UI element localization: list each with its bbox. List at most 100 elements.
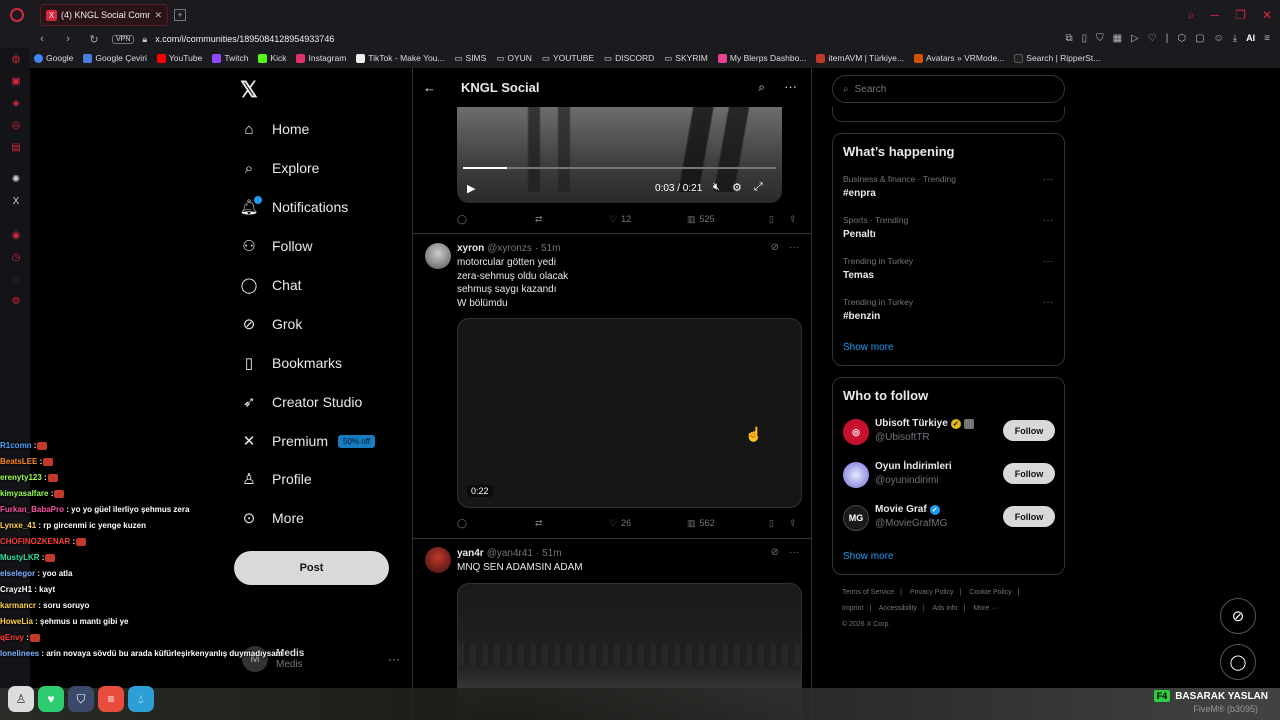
nav-follow[interactable]: ⚇ Follow [240,234,312,258]
nav-home[interactable]: ⌂ Home [240,117,309,141]
trend-item[interactable]: Business & finance · Trending #enpra ··· [843,174,1053,199]
sidebar-pin-icon[interactable]: ◌ [10,274,22,286]
tab-close-icon[interactable]: ✕ [154,10,162,21]
profile-icon[interactable]: ☺ [1214,33,1224,44]
footer-link[interactable]: Accessibility [879,605,917,612]
follow-button[interactable]: Follow [1003,506,1055,527]
chat-username[interactable]: MustyLKR [0,553,40,562]
url-field[interactable]: x.com/i/communities/1895084128954933746 [155,34,334,44]
follow-suggestion[interactable]: Oyun İndirimleri @oyunindirimi Follow [843,459,1055,491]
chat-username[interactable]: R1comn [0,441,32,450]
reload-icon[interactable]: ↻ [86,33,102,46]
opera-logo-icon[interactable] [10,8,24,22]
chat-username[interactable]: kimyasalfare [0,489,48,498]
video-player[interactable]: ▶ 0:03 / 0:21 🔇︎ ⚙ ⤢ [457,107,782,203]
bookmark-icon[interactable]: ▯ [1082,33,1088,44]
more-dots-icon[interactable]: ··· [1043,215,1053,226]
tweet-author-name[interactable]: xyron [457,243,484,254]
nav-notifications[interactable]: 🔔︎ Notifications [239,195,348,219]
bookmark-ripperstore[interactable]: Search | RipperSt... [1014,53,1100,63]
sidebar-game-icon[interactable]: ◍ [10,54,22,66]
chat-username[interactable]: Furkan_BabaPro [0,505,64,514]
menu-icon[interactable]: ≡ [1264,33,1270,44]
heart-icon[interactable]: ♡ [1148,33,1157,44]
nav-chat[interactable]: ◯ Chat [240,273,302,297]
chat-username[interactable]: Lynxe_41 [0,521,36,530]
tweet-author-handle[interactable]: @xyronzs [487,243,532,254]
chat-username[interactable]: CrayzH1 [0,585,32,594]
footer-link[interactable]: Cookie Policy [969,589,1011,596]
forward-arrow-icon[interactable]: › [60,33,76,45]
more-dots-icon[interactable]: ··· [1043,297,1053,308]
follow-button[interactable]: Follow [1003,420,1055,441]
repost-button[interactable]: ⇄ [535,516,609,530]
tweet-time[interactable]: · 51m [535,243,561,254]
trend-item[interactable]: Trending in Turkey #benzin ··· [843,297,1053,322]
bookmark-twitch[interactable]: Twitch [212,53,248,63]
chat-username[interactable]: elselegor [0,569,35,578]
reply-button[interactable]: ◯ [457,212,535,226]
bookmark-blerps[interactable]: My Blerps Dashbo... [717,53,806,63]
bookmark-kick[interactable]: Kick [258,53,286,63]
chat-username[interactable]: erenyty123 [0,473,42,482]
play-icon[interactable]: ▶ [467,182,475,195]
grok-icon[interactable]: ⊘ [771,242,779,253]
mute-icon[interactable]: 🔇︎ [713,181,720,194]
download-icon[interactable]: ⤓ [1233,33,1237,44]
bookmark-button[interactable]: ▯ [769,212,789,226]
share-button[interactable]: ⇪ [789,516,797,530]
vpn-badge[interactable]: VPN [112,34,135,44]
sidebar-settings-icon[interactable]: ⚙ [10,296,22,308]
more-dots-icon[interactable]: ··· [789,547,799,558]
sidebar-discord-icon[interactable]: ◎ [10,120,22,132]
messages-float-button[interactable]: ◯ [1220,644,1256,680]
search-icon[interactable]: ⌕ [758,80,765,95]
chat-username[interactable]: lonelinees [0,649,39,658]
bookmark-folder-skyrim[interactable]: ▭ SKYRIM [664,53,708,64]
sidebar-twitch-icon[interactable]: ▣ [10,76,22,88]
play-icon[interactable]: ▷ [1131,33,1139,44]
settings-gear-icon[interactable]: ⚙ [732,181,742,194]
chat-username[interactable]: qEnvy [0,633,24,642]
bookmark-youtube[interactable]: YouTube [156,53,202,63]
footer-link[interactable]: Terms of Service [842,589,894,596]
more-dots-icon[interactable]: ··· [1043,256,1053,267]
trend-item[interactable]: Sports · Trending Penaltı ··· [843,215,1053,240]
footer-link[interactable]: More ··· [973,605,998,612]
follow-suggestion[interactable]: MG Movie Graf ✓ @MovieGrafMG Follow [843,502,1055,534]
bookmark-instagram[interactable]: Instagram [296,53,346,63]
shield-icon[interactable]: ⛉ [1096,33,1104,44]
snapshot-icon[interactable]: ⧉ [1065,33,1072,44]
views-button[interactable]: ▥ 525 [687,212,769,226]
grok-float-button[interactable]: ⊘ [1220,598,1256,634]
bookmark-google-translate[interactable]: Google Çeviri [83,53,147,63]
grid-icon[interactable]: ▦ [1113,33,1122,44]
chat-username[interactable]: HoweLia [0,617,33,626]
bookmark-google[interactable]: Google [34,53,73,63]
sidebar-chatgpt-icon[interactable]: ✺ [10,174,22,186]
tweet-time[interactable]: · 51m [536,548,562,559]
nav-creator-studio[interactable]: ➶ Creator Studio [240,390,363,414]
maximize-icon[interactable]: ❐ [1235,8,1246,23]
views-button[interactable]: ▥ 562 [687,516,769,530]
bookmark-itemavm[interactable]: itemAVM | Türkiye... [816,53,904,63]
tweet-author-handle[interactable]: @yan4r41 [487,548,533,559]
browser-tab-active[interactable]: X (4) KNGL Social Commun ✕ [40,4,168,26]
follow-suggestion[interactable]: ◎ Ubisoft Türkiye ✓ @UbisoftTR Follow [843,416,1055,448]
lock-icon[interactable]: 🔒︎ [142,34,147,45]
footer-link[interactable]: Imprint [842,605,863,612]
bookmark-tiktok[interactable]: TikTok - Make You... [356,53,445,63]
footer-link[interactable]: Ads info [932,605,957,612]
back-arrow-icon[interactable]: ‹ [34,33,50,45]
show-more-link[interactable]: Show more [843,342,894,353]
bookmark-folder-sims[interactable]: ▭ SIMS [455,53,487,64]
sidebar-history-icon[interactable]: ◷ [10,252,22,264]
follow-button[interactable]: Follow [1003,463,1055,484]
sidebar-m-icon[interactable]: ▤ [10,142,22,154]
new-tab-button[interactable]: + [174,9,186,21]
sidebar-x-icon[interactable]: X [10,196,22,208]
chat-username[interactable]: BeatsLEE [0,457,37,466]
minimize-icon[interactable]: ─ [1211,8,1220,23]
tweet-author-name[interactable]: yan4r [457,548,484,559]
fullscreen-icon[interactable]: ⤢ [754,181,763,194]
